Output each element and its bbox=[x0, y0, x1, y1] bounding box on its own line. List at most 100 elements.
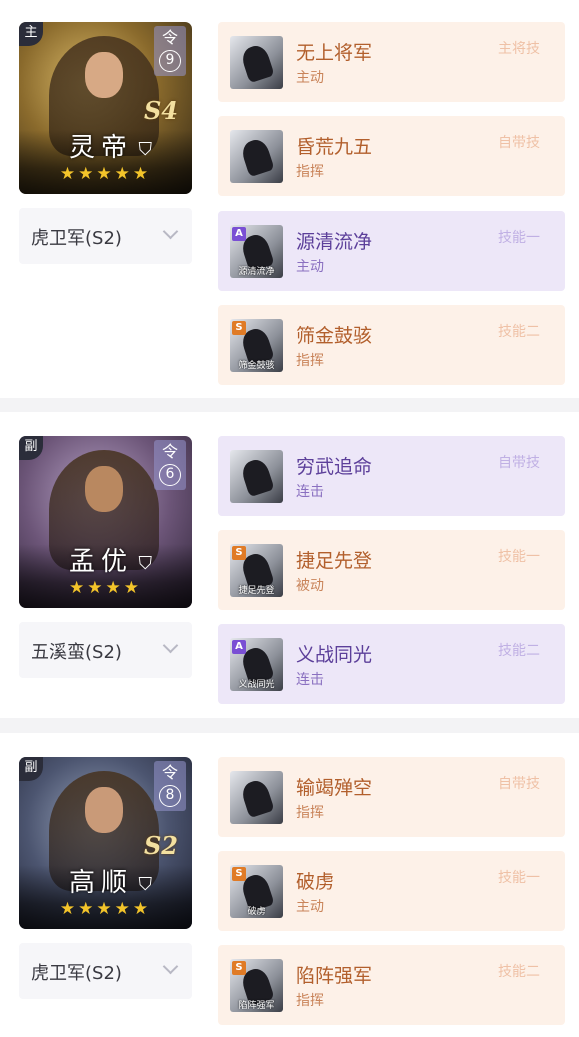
skill-type: 指挥 bbox=[296, 805, 324, 821]
skill-icon bbox=[230, 130, 283, 183]
order-number: 6 bbox=[159, 464, 181, 486]
skill-slot: 自带技 bbox=[498, 455, 540, 471]
order-badge: 令 6 bbox=[154, 440, 186, 490]
general-face bbox=[85, 466, 123, 512]
skill-icon-caption: 源清流净 bbox=[238, 267, 275, 277]
skill-icon-caption: 义战同光 bbox=[238, 680, 275, 690]
season-badge: S4 bbox=[143, 96, 178, 125]
shield-icon: ⛉ bbox=[138, 874, 153, 895]
chevron-down-icon bbox=[162, 637, 179, 654]
order-badge: 令 9 bbox=[154, 26, 186, 76]
order-number: 8 bbox=[159, 785, 181, 807]
skill-type: 主动 bbox=[296, 899, 324, 915]
skill-type: 主动 bbox=[296, 259, 324, 275]
general-face bbox=[85, 52, 123, 98]
general-name: 灵帝 bbox=[69, 133, 134, 163]
skill-icon bbox=[230, 450, 283, 503]
general-face bbox=[85, 787, 123, 833]
skill-name: 陷阵强军 bbox=[296, 965, 373, 987]
skill-name: 昏荒九五 bbox=[296, 136, 373, 158]
skill-icon-caption: 破虏 bbox=[247, 907, 266, 917]
skill-slot: 自带技 bbox=[498, 776, 540, 792]
skill-icon: S 筛金鼓骇 bbox=[230, 319, 283, 372]
skill-slot: 技能二 bbox=[498, 964, 540, 980]
skill-card[interactable]: S 破虏 破虏 主动 技能一 bbox=[218, 851, 565, 931]
general-card[interactable]: 主 令 9 S4 灵帝 ⛉ ★★★★★ bbox=[19, 22, 192, 194]
skill-card[interactable]: S 陷阵强军 陷阵强军 指挥 技能二 bbox=[218, 945, 565, 1025]
general-name: 孟优 bbox=[69, 547, 134, 577]
skill-card[interactable]: S 筛金鼓骇 筛金鼓骇 指挥 技能二 bbox=[218, 305, 565, 385]
skill-name: 输竭殚空 bbox=[296, 777, 373, 799]
general-section-3: 副 令 8 S2 高顺 ⛉ ★★★★★ 虎卫军(S2) 输竭殚空 指挥 自带技 … bbox=[0, 733, 579, 1037]
order-label: 令 bbox=[161, 28, 178, 47]
skill-icon-caption: 筛金鼓骇 bbox=[238, 361, 275, 371]
skill-slot: 技能一 bbox=[498, 230, 540, 246]
skill-card[interactable]: 穷武追命 连击 自带技 bbox=[218, 436, 565, 516]
skill-slot: 技能一 bbox=[498, 549, 540, 565]
general-card[interactable]: 副 令 6 孟优 ⛉ ★★★★ bbox=[19, 436, 192, 608]
star-rating: ★★★★ bbox=[69, 578, 142, 598]
skill-card[interactable]: A 义战同光 义战同光 连击 技能二 bbox=[218, 624, 565, 704]
general-section-1: 主 令 9 S4 灵帝 ⛉ ★★★★★ 虎卫军(S2) 无上将军 主动 主将技 … bbox=[0, 0, 579, 398]
skill-type: 指挥 bbox=[296, 993, 324, 1009]
shield-icon: ⛉ bbox=[138, 139, 153, 160]
skill-type: 指挥 bbox=[296, 164, 324, 180]
star-rating: ★★★★★ bbox=[59, 164, 152, 184]
skill-icon: A 义战同光 bbox=[230, 638, 283, 691]
skill-icon-caption: 捷足先登 bbox=[238, 586, 275, 596]
order-label: 令 bbox=[161, 442, 178, 461]
skill-icon: S 陷阵强军 bbox=[230, 959, 283, 1012]
skill-icon bbox=[230, 771, 283, 824]
skill-icon bbox=[230, 36, 283, 89]
skill-name: 义战同光 bbox=[296, 644, 373, 666]
skill-type: 被动 bbox=[296, 578, 324, 594]
order-badge: 令 8 bbox=[154, 761, 186, 811]
troop-label: 虎卫军(S2) bbox=[31, 228, 122, 249]
grade-badge: S bbox=[232, 321, 246, 335]
order-number: 9 bbox=[159, 50, 181, 72]
skill-icon-caption: 陷阵强军 bbox=[238, 1001, 275, 1011]
troop-select[interactable]: 五溪蛮(S2) bbox=[19, 622, 192, 678]
skill-type: 连击 bbox=[296, 484, 324, 500]
skill-slot: 技能一 bbox=[498, 870, 540, 886]
skill-card[interactable]: 输竭殚空 指挥 自带技 bbox=[218, 757, 565, 837]
troop-label: 五溪蛮(S2) bbox=[31, 642, 122, 663]
grade-badge: A bbox=[232, 640, 246, 654]
skill-card[interactable]: S 捷足先登 捷足先登 被动 技能一 bbox=[218, 530, 565, 610]
skill-name: 捷足先登 bbox=[296, 550, 373, 572]
skill-type: 主动 bbox=[296, 70, 324, 86]
general-section-2: 副 令 6 孟优 ⛉ ★★★★ 五溪蛮(S2) 穷武追命 连击 自带技 S 捷足… bbox=[0, 412, 579, 718]
skill-card[interactable]: 昏荒九五 指挥 自带技 bbox=[218, 116, 565, 196]
skill-icon: S 破虏 bbox=[230, 865, 283, 918]
grade-badge: A bbox=[232, 227, 246, 241]
troop-select[interactable]: 虎卫军(S2) bbox=[19, 208, 192, 264]
troop-label: 虎卫军(S2) bbox=[31, 963, 122, 984]
star-rating: ★★★★★ bbox=[59, 899, 152, 919]
chevron-down-icon bbox=[162, 223, 179, 240]
skill-card[interactable]: A 源清流净 源清流净 主动 技能一 bbox=[218, 211, 565, 291]
skill-icon: S 捷足先登 bbox=[230, 544, 283, 597]
skill-name: 源清流净 bbox=[296, 231, 373, 253]
grade-badge: S bbox=[232, 961, 246, 975]
skill-name: 无上将军 bbox=[296, 42, 373, 64]
troop-select[interactable]: 虎卫军(S2) bbox=[19, 943, 192, 999]
chevron-down-icon bbox=[162, 958, 179, 975]
skill-icon: A 源清流净 bbox=[230, 225, 283, 278]
grade-badge: S bbox=[232, 867, 246, 881]
skill-type: 连击 bbox=[296, 672, 324, 688]
skill-name: 穷武追命 bbox=[296, 456, 373, 478]
season-badge: S2 bbox=[143, 831, 178, 860]
skill-slot: 技能二 bbox=[498, 324, 540, 340]
skill-type: 指挥 bbox=[296, 353, 324, 369]
skill-name: 破虏 bbox=[296, 871, 335, 893]
skill-card[interactable]: 无上将军 主动 主将技 bbox=[218, 22, 565, 102]
skill-slot: 主将技 bbox=[498, 41, 540, 57]
general-card[interactable]: 副 令 8 S2 高顺 ⛉ ★★★★★ bbox=[19, 757, 192, 929]
order-label: 令 bbox=[161, 763, 178, 782]
skill-slot: 自带技 bbox=[498, 135, 540, 151]
skill-name: 筛金鼓骇 bbox=[296, 325, 373, 347]
shield-icon: ⛉ bbox=[138, 553, 153, 574]
grade-badge: S bbox=[232, 546, 246, 560]
general-name: 高顺 bbox=[69, 868, 134, 898]
skill-slot: 技能二 bbox=[498, 643, 540, 659]
